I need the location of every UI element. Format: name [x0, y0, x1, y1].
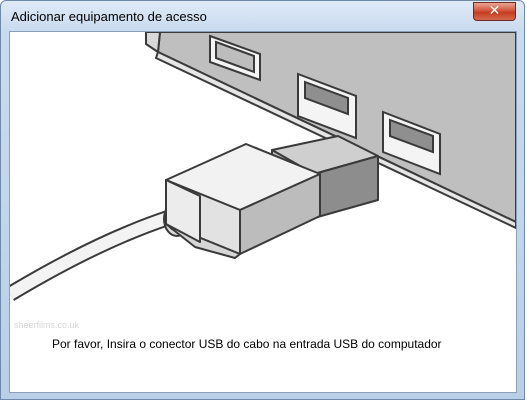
close-icon: ✕	[488, 3, 501, 19]
watermark-text: sheerfilms.co.uk	[14, 320, 80, 330]
usb-plug-into-laptop-illustration	[10, 32, 516, 301]
instruction-text: Por favor, Insira o conector USB do cabo…	[52, 337, 442, 351]
usb-cable	[10, 210, 171, 301]
window-title: Adicionar equipamento de acesso	[11, 9, 207, 24]
title-bar[interactable]: Adicionar equipamento de acesso ✕	[1, 1, 524, 31]
dialog-content: sheerfilms.co.uk Por favor, Insira o con…	[9, 31, 517, 393]
dialog-window: Adicionar equipamento de acesso ✕ sheerf…	[0, 0, 525, 400]
close-button[interactable]: ✕	[473, 2, 516, 21]
